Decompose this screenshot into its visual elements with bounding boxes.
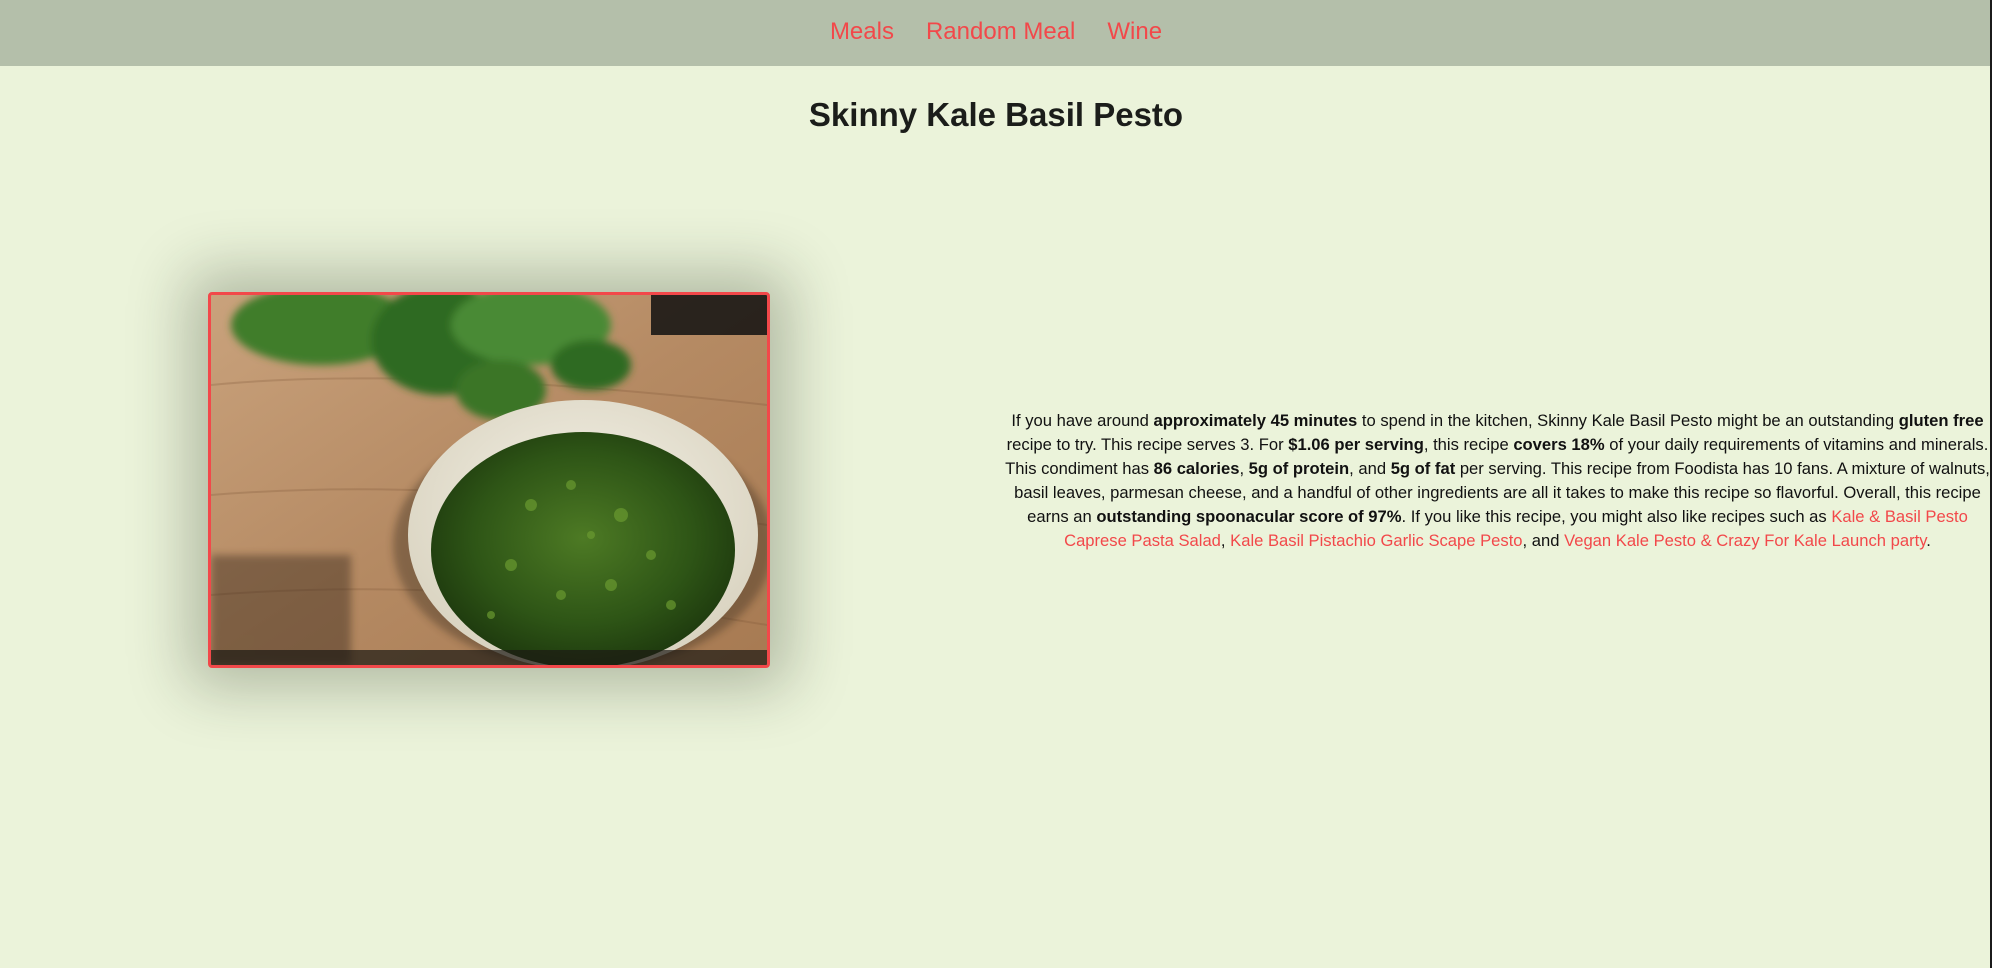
summary-highlight-coverage: covers 18% — [1513, 435, 1605, 454]
summary-highlight-time: approximately 45 minutes — [1153, 411, 1358, 430]
related-recipe-link-3[interactable]: Vegan Kale Pesto & Crazy For Kale Launch… — [1564, 531, 1926, 550]
summary-text: . — [1926, 531, 1931, 550]
recipe-photo-pesto-bowl — [211, 295, 767, 665]
summary-text: , and — [1349, 459, 1391, 478]
page-title: Skinny Kale Basil Pesto — [808, 96, 1184, 133]
summary-text: , and — [1522, 531, 1565, 550]
recipe-image — [208, 292, 770, 668]
summary-highlight-score: outstanding spoonacular score of 97% — [1096, 507, 1402, 526]
summary-highlight-fat: 5g of fat — [1390, 459, 1456, 478]
summary-highlight-diet: gluten free — [1898, 411, 1984, 430]
nav-link-random-meal[interactable]: Random Meal — [926, 20, 1075, 46]
summary-highlight-calories: 86 calories — [1153, 459, 1240, 478]
recipe-summary: If you have around approximately 45 minu… — [1005, 409, 1990, 553]
summary-text: , this recipe — [1423, 435, 1514, 454]
nav-link-wine[interactable]: Wine — [1107, 20, 1162, 46]
summary-text: , — [1239, 459, 1249, 478]
summary-highlight-price: $1.06 per serving — [1288, 435, 1424, 454]
summary-text: If you have around — [1011, 411, 1154, 430]
summary-text: . If you like this recipe, you might als… — [1401, 507, 1832, 526]
summary-text: recipe to try. This recipe serves 3. For — [1006, 435, 1289, 454]
summary-text: , — [1220, 531, 1231, 550]
summary-text: to spend in the kitchen, Skinny Kale Bas… — [1357, 411, 1899, 430]
top-navbar: Meals Random Meal Wine — [0, 0, 1992, 66]
nav-link-meals[interactable]: Meals — [830, 20, 894, 46]
summary-highlight-protein: 5g of protein — [1248, 459, 1350, 478]
related-recipe-link-2[interactable]: Kale Basil Pistachio Garlic Scape Pesto — [1230, 531, 1522, 550]
